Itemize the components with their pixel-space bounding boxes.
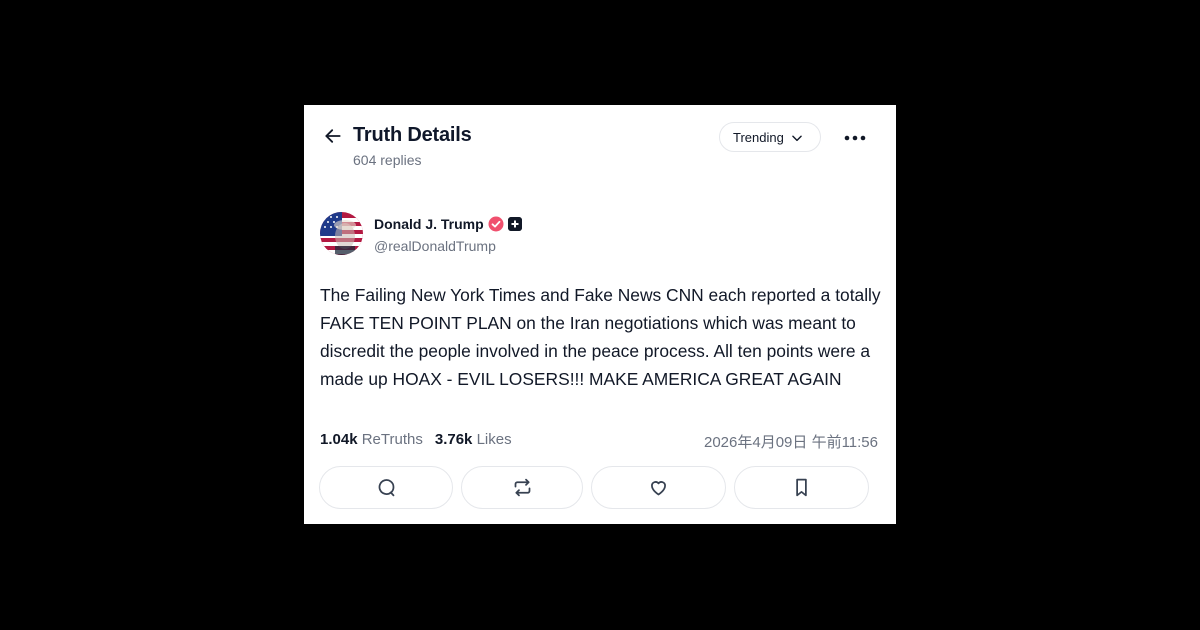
repost-icon	[514, 478, 530, 497]
page-title: Truth Details	[353, 124, 472, 146]
author-name[interactable]: Donald J. Trump	[374, 216, 484, 232]
avatar-image	[320, 212, 363, 255]
avatar[interactable]	[320, 212, 363, 255]
likes-count[interactable]: 3.76k	[435, 431, 473, 448]
comment-icon	[378, 479, 394, 497]
post-timestamp: 2026年4月09日 午前11:56	[704, 434, 878, 451]
like-button[interactable]	[591, 466, 726, 509]
post-stats: 1.04k ReTruths 3.76k Likes	[320, 431, 512, 448]
post-text: The Failing New York Times and Fake News…	[320, 285, 881, 389]
sort-label: Trending	[733, 129, 784, 145]
truth-details-card: Truth Details 604 replies Trending Donal…	[304, 105, 896, 524]
arrow-left-icon	[325, 129, 341, 143]
ellipsis-icon	[844, 135, 866, 141]
author-handle[interactable]: @realDonaldTrump	[374, 238, 496, 254]
heart-icon	[651, 481, 666, 496]
more-options-button[interactable]	[842, 125, 868, 151]
back-button[interactable]	[320, 123, 346, 149]
likes-label[interactable]: Likes	[477, 431, 512, 448]
retruths-count[interactable]: 1.04k	[320, 431, 358, 448]
chevron-down-icon	[792, 135, 802, 142]
sort-dropdown[interactable]: Trending	[719, 122, 821, 152]
retruth-button[interactable]	[461, 466, 583, 509]
bookmark-icon	[796, 478, 807, 497]
verified-check-icon	[488, 216, 504, 232]
reply-button[interactable]	[319, 466, 453, 509]
page-header: Truth Details 604 replies Trending	[304, 105, 896, 185]
reply-count: 604 replies	[353, 152, 422, 168]
plus-badge-icon	[508, 217, 522, 231]
bookmark-button[interactable]	[734, 466, 869, 509]
retruths-label[interactable]: ReTruths	[362, 431, 423, 448]
